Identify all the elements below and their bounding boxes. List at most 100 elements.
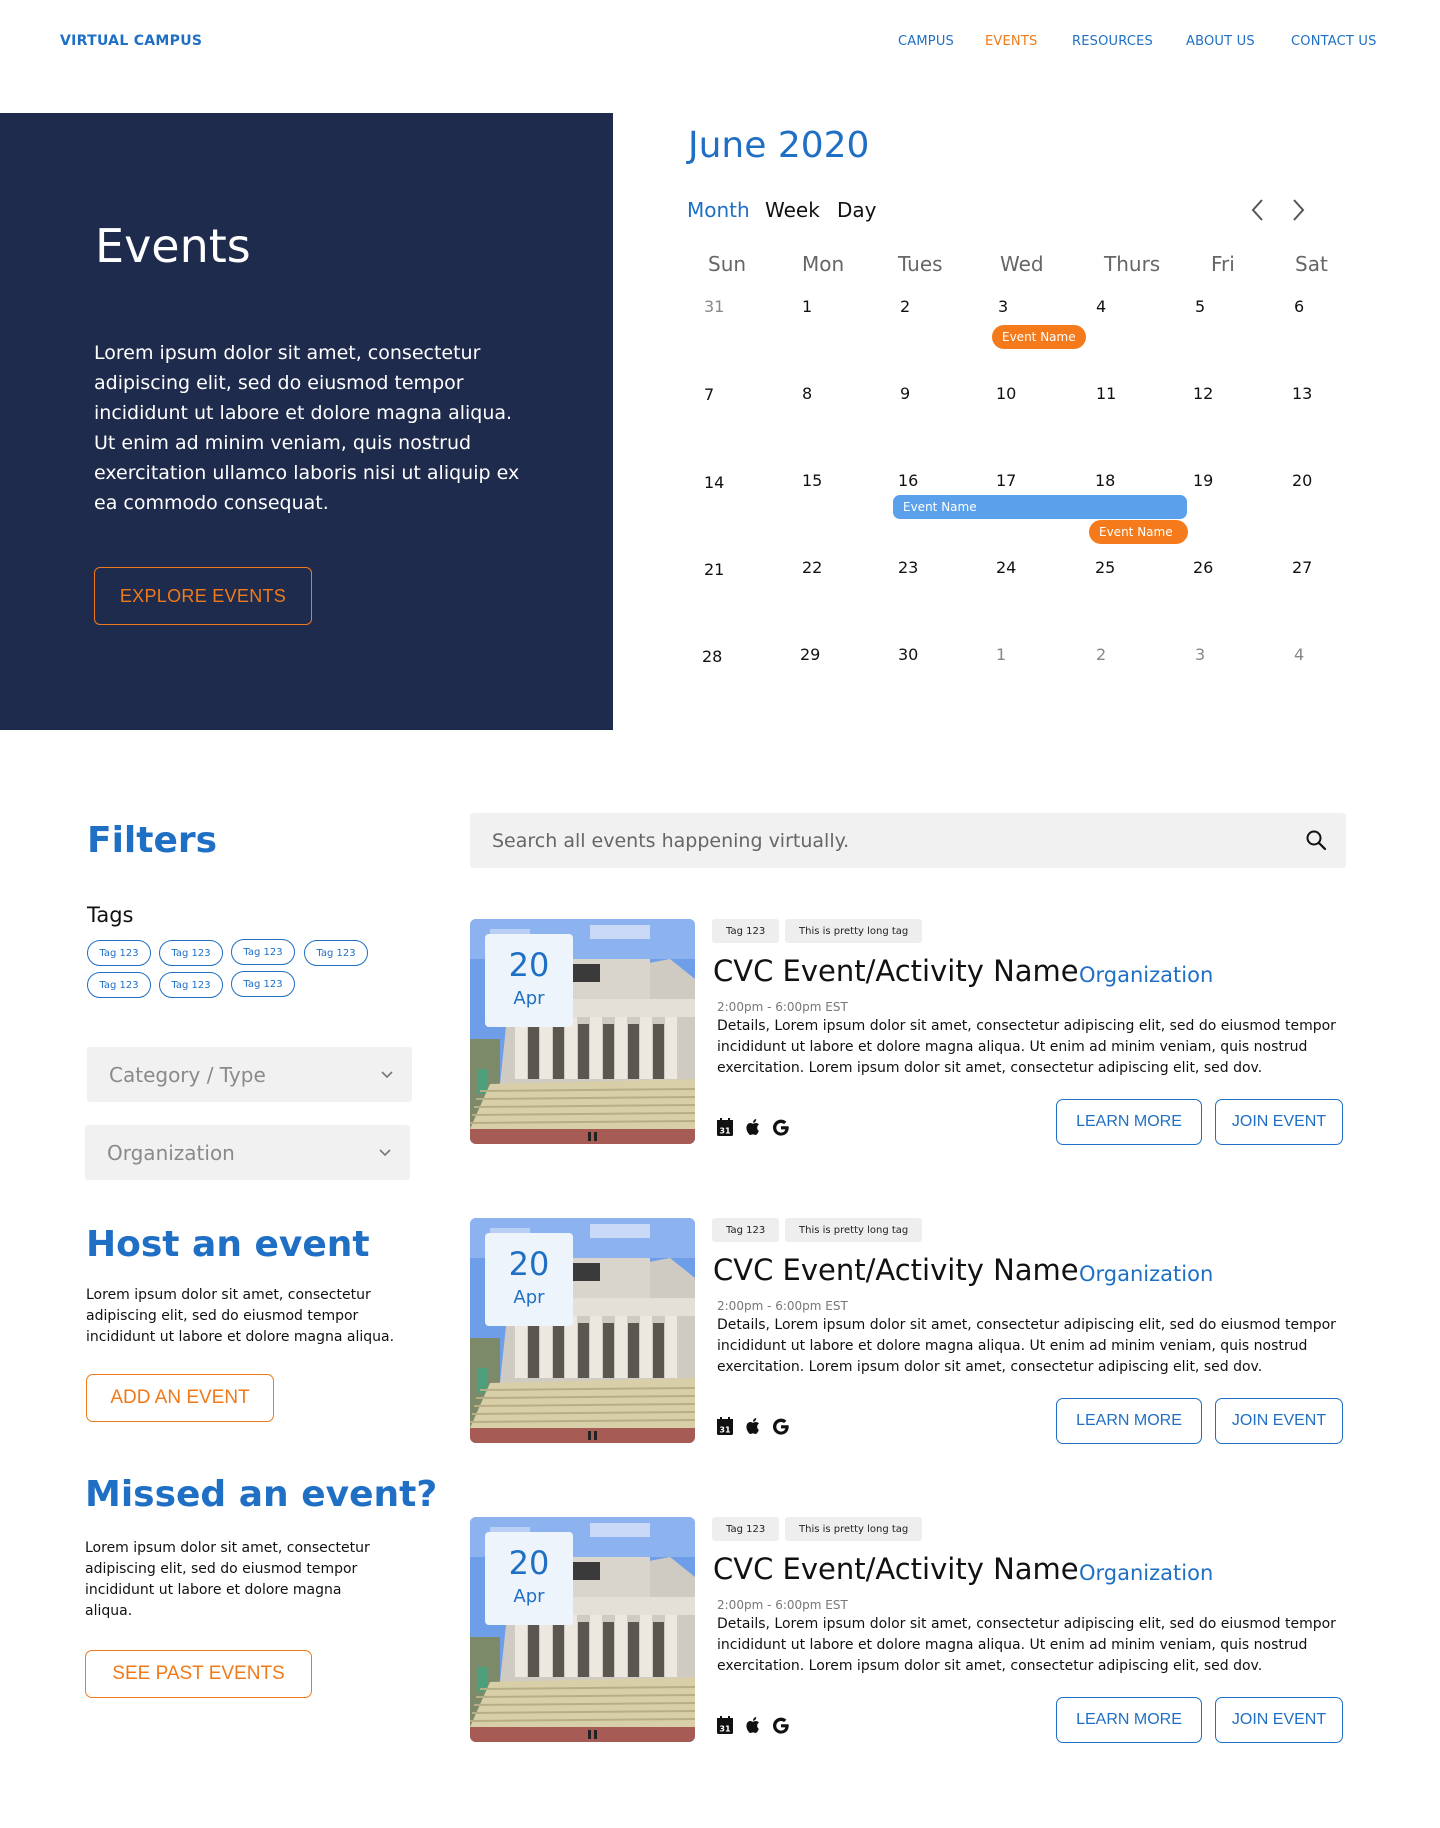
view-day-tab[interactable]: Day bbox=[837, 198, 877, 222]
calendar-event[interactable]: Event Name bbox=[992, 325, 1086, 349]
calendar-day[interactable]: 21 bbox=[704, 560, 724, 579]
calendar-day[interactable]: 27 bbox=[1292, 558, 1312, 577]
calendar-day[interactable]: 10 bbox=[996, 384, 1016, 403]
event-organization[interactable]: Organization bbox=[1079, 1561, 1213, 1585]
calendar-day[interactable]: 30 bbox=[898, 645, 918, 664]
explore-events-button[interactable]: EXPLORE EVENTS bbox=[94, 567, 312, 625]
calendar-day[interactable]: 6 bbox=[1294, 297, 1304, 316]
calendar-day[interactable]: 14 bbox=[704, 473, 724, 492]
host-event-title: Host an event bbox=[86, 1224, 370, 1265]
calendar-day[interactable]: 31 bbox=[704, 297, 724, 316]
organization-placeholder: Organization bbox=[107, 1140, 235, 1165]
calendar-day[interactable]: 4 bbox=[1294, 645, 1304, 664]
calendar-day[interactable]: 2 bbox=[900, 297, 910, 316]
join-event-button[interactable]: JOIN EVENT bbox=[1215, 1099, 1343, 1145]
event-tag[interactable]: This is pretty long tag bbox=[785, 919, 923, 943]
search-input[interactable] bbox=[492, 826, 1272, 856]
nav-campus[interactable]: CAMPUS bbox=[898, 34, 954, 49]
calendar-day[interactable]: 18 bbox=[1095, 471, 1115, 490]
svg-text:31: 31 bbox=[719, 1725, 731, 1734]
join-event-button[interactable]: JOIN EVENT bbox=[1215, 1697, 1343, 1743]
calendar-event[interactable]: Event Name bbox=[1089, 520, 1188, 544]
calendar-31-icon[interactable]: 31 bbox=[715, 1714, 735, 1736]
calendar-day[interactable]: 5 bbox=[1195, 297, 1205, 316]
weekday-header: Wed bbox=[1000, 252, 1044, 276]
event-card: 20 Apr Tag 123 This is pretty long tag C… bbox=[470, 1517, 1346, 1745]
calendar-event[interactable]: Event Name bbox=[893, 495, 1187, 519]
nav-contact-us[interactable]: CONTACT US bbox=[1291, 34, 1377, 49]
search-icon[interactable] bbox=[1304, 828, 1328, 852]
calendar-day[interactable]: 2 bbox=[1096, 645, 1106, 664]
calendar-day[interactable]: 4 bbox=[1096, 297, 1106, 316]
view-month-tab[interactable]: Month bbox=[687, 198, 750, 222]
calendar-day[interactable]: 15 bbox=[802, 471, 822, 490]
calendar-day[interactable]: 1 bbox=[802, 297, 812, 316]
calendar-day[interactable]: 13 bbox=[1292, 384, 1312, 403]
chevron-down-icon bbox=[381, 1071, 393, 1079]
tag-filter-pill[interactable]: Tag 123 bbox=[87, 972, 151, 998]
event-tag[interactable]: This is pretty long tag bbox=[785, 1517, 923, 1541]
learn-more-button[interactable]: LEARN MORE bbox=[1056, 1697, 1202, 1743]
add-event-button[interactable]: ADD AN EVENT bbox=[86, 1374, 274, 1422]
category-type-placeholder: Category / Type bbox=[109, 1062, 266, 1087]
apple-icon[interactable] bbox=[743, 1116, 763, 1138]
calendar-day[interactable]: 29 bbox=[800, 645, 820, 664]
learn-more-button[interactable]: LEARN MORE bbox=[1056, 1099, 1202, 1145]
prev-month-icon[interactable] bbox=[1246, 196, 1270, 224]
calendar-day[interactable]: 12 bbox=[1193, 384, 1213, 403]
calendar-day[interactable]: 19 bbox=[1193, 471, 1213, 490]
google-icon[interactable] bbox=[771, 1714, 791, 1736]
category-type-dropdown[interactable]: Category / Type bbox=[87, 1047, 412, 1102]
calendar-day[interactable]: 26 bbox=[1193, 558, 1213, 577]
calendar-31-icon[interactable]: 31 bbox=[715, 1415, 735, 1437]
calendar-day[interactable]: 17 bbox=[996, 471, 1016, 490]
event-date-badge: 20 Apr bbox=[485, 1532, 573, 1625]
organization-dropdown[interactable]: Organization bbox=[85, 1125, 410, 1180]
calendar-day[interactable]: 28 bbox=[702, 647, 722, 666]
calendar-day[interactable]: 9 bbox=[900, 384, 910, 403]
next-month-icon[interactable] bbox=[1286, 196, 1310, 224]
tag-filter-pill[interactable]: Tag 123 bbox=[87, 940, 151, 966]
calendar-day[interactable]: 3 bbox=[1195, 645, 1205, 664]
tag-filter-pill[interactable]: Tag 123 bbox=[231, 939, 295, 965]
event-title[interactable]: CVC Event/Activity Name bbox=[713, 1552, 1079, 1586]
event-organization[interactable]: Organization bbox=[1079, 1262, 1213, 1286]
view-week-tab[interactable]: Week bbox=[765, 198, 820, 222]
calendar-day[interactable]: 22 bbox=[802, 558, 822, 577]
tag-filter-pill[interactable]: Tag 123 bbox=[231, 971, 295, 997]
event-tag[interactable]: Tag 123 bbox=[712, 1218, 780, 1242]
event-thumbnail[interactable]: 20 Apr bbox=[470, 1218, 695, 1443]
see-past-events-button[interactable]: SEE PAST EVENTS bbox=[85, 1650, 312, 1698]
nav-about-us[interactable]: ABOUT US bbox=[1186, 34, 1255, 49]
calendar-day[interactable]: 16 bbox=[898, 471, 918, 490]
event-title[interactable]: CVC Event/Activity Name bbox=[713, 954, 1079, 988]
event-thumbnail[interactable]: 20 Apr bbox=[470, 1517, 695, 1742]
event-tag[interactable]: Tag 123 bbox=[712, 919, 780, 943]
calendar-day[interactable]: 3 bbox=[998, 297, 1008, 316]
nav-resources[interactable]: RESOURCES bbox=[1072, 34, 1153, 49]
apple-icon[interactable] bbox=[743, 1714, 763, 1736]
calendar-day[interactable]: 1 bbox=[996, 645, 1006, 664]
event-thumbnail[interactable]: 20 Apr bbox=[470, 919, 695, 1144]
event-tag[interactable]: This is pretty long tag bbox=[785, 1218, 923, 1242]
calendar-day[interactable]: 25 bbox=[1095, 558, 1115, 577]
calendar-day[interactable]: 11 bbox=[1096, 384, 1116, 403]
calendar-day[interactable]: 8 bbox=[802, 384, 812, 403]
tag-filter-pill[interactable]: Tag 123 bbox=[159, 940, 223, 966]
calendar-day[interactable]: 20 bbox=[1292, 471, 1312, 490]
google-icon[interactable] bbox=[771, 1415, 791, 1437]
calendar-day[interactable]: 7 bbox=[704, 385, 714, 404]
learn-more-button[interactable]: LEARN MORE bbox=[1056, 1398, 1202, 1444]
calendar-day[interactable]: 23 bbox=[898, 558, 918, 577]
event-title[interactable]: CVC Event/Activity Name bbox=[713, 1253, 1079, 1287]
nav-events[interactable]: EVENTS bbox=[985, 34, 1037, 49]
join-event-button[interactable]: JOIN EVENT bbox=[1215, 1398, 1343, 1444]
google-icon[interactable] bbox=[771, 1116, 791, 1138]
calendar-31-icon[interactable]: 31 bbox=[715, 1116, 735, 1138]
event-tag[interactable]: Tag 123 bbox=[712, 1517, 780, 1541]
tag-filter-pill[interactable]: Tag 123 bbox=[159, 972, 223, 998]
tag-filter-pill[interactable]: Tag 123 bbox=[304, 940, 368, 966]
event-organization[interactable]: Organization bbox=[1079, 963, 1213, 987]
apple-icon[interactable] bbox=[743, 1415, 763, 1437]
calendar-day[interactable]: 24 bbox=[996, 558, 1016, 577]
